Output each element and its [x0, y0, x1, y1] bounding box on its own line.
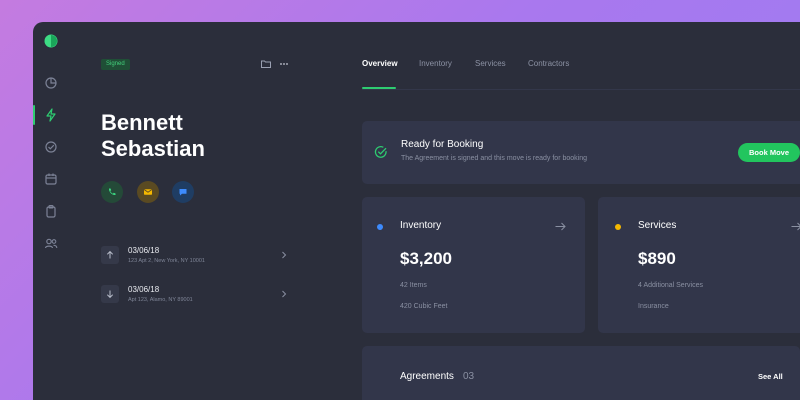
chat-icon — [179, 189, 187, 196]
services-title: Services — [638, 220, 677, 231]
message-button[interactable] — [172, 181, 194, 203]
booking-title: Ready for Booking — [401, 139, 484, 150]
icon-rail — [33, 22, 69, 400]
services-amount: $890 — [638, 249, 676, 268]
chevron-right-icon — [282, 251, 287, 259]
check-circle-icon[interactable] — [43, 139, 59, 155]
arrow-up-icon — [106, 250, 114, 259]
booking-card: Ready for Booking The Agreement is signe… — [362, 121, 800, 184]
services-detail: 4 Additional Services — [638, 282, 703, 289]
move-date: 03/06/18 — [128, 246, 160, 255]
arrow-up-box — [101, 246, 119, 264]
mail-icon — [144, 189, 152, 195]
move-date: 03/06/18 — [128, 285, 160, 294]
services-card: Services $890 4 Additional Services Insu… — [598, 197, 800, 333]
arrow-down-icon — [106, 290, 114, 299]
inventory-items: 42 Items — [400, 282, 427, 289]
folder-icon[interactable] — [260, 58, 272, 70]
customer-first-name: Bennett — [101, 110, 183, 135]
book-move-button[interactable]: Book Move — [738, 143, 800, 162]
phone-icon — [108, 188, 116, 196]
clipboard-icon[interactable] — [43, 203, 59, 219]
dashboard-icon[interactable] — [43, 75, 59, 91]
email-button[interactable] — [137, 181, 159, 203]
services-dot — [615, 224, 621, 230]
activity-icon[interactable] — [43, 107, 59, 123]
arrow-right-icon[interactable] — [555, 222, 566, 231]
arrow-right-icon[interactable] — [791, 222, 800, 231]
move-address: 123 Apt 2, New York, NY 10001 — [128, 258, 205, 264]
status-badge: Signed — [101, 59, 130, 70]
chevron-right-icon — [282, 290, 287, 298]
users-icon[interactable] — [43, 235, 59, 251]
customer-name: Bennett Sebastian — [101, 110, 205, 162]
more-icon[interactable] — [278, 58, 290, 70]
calendar-icon[interactable] — [43, 171, 59, 187]
rail-active-indicator — [33, 105, 35, 125]
call-button[interactable] — [101, 181, 123, 203]
see-all-link[interactable]: See All — [758, 372, 783, 381]
services-extra: Insurance — [638, 303, 669, 310]
tabs-divider — [362, 89, 800, 90]
check-circle-icon — [374, 146, 387, 158]
move-row-destination[interactable]: 03/06/18 Apt 123, Alamo, NY 89001 — [101, 285, 291, 305]
agreements-count: 03 — [463, 371, 475, 382]
arrow-down-box — [101, 285, 119, 303]
tab-overview[interactable]: Overview — [362, 59, 398, 68]
app-window: Signed Bennett Sebastian 03/06/18 123 Ap… — [33, 22, 800, 400]
active-tab-indicator — [362, 87, 396, 89]
tab-contractors[interactable]: Contractors — [528, 59, 569, 68]
booking-subtitle: The Agreement is signed and this move is… — [401, 155, 587, 162]
inventory-card: Inventory $3,200 42 Items 420 Cubic Feet — [362, 197, 585, 333]
tab-services[interactable]: Services — [475, 59, 506, 68]
logo-icon — [44, 34, 58, 48]
agreements-title: Agreements — [400, 371, 454, 382]
inventory-volume: 420 Cubic Feet — [400, 303, 448, 310]
inventory-title: Inventory — [400, 220, 442, 231]
move-row-origin[interactable]: 03/06/18 123 Apt 2, New York, NY 10001 — [101, 246, 291, 266]
move-address: Apt 123, Alamo, NY 89001 — [128, 297, 193, 303]
inventory-amount: $3,200 — [400, 249, 452, 268]
customer-last-name: Sebastian — [101, 136, 205, 161]
tab-inventory[interactable]: Inventory — [419, 59, 452, 68]
inventory-dot — [377, 224, 383, 230]
